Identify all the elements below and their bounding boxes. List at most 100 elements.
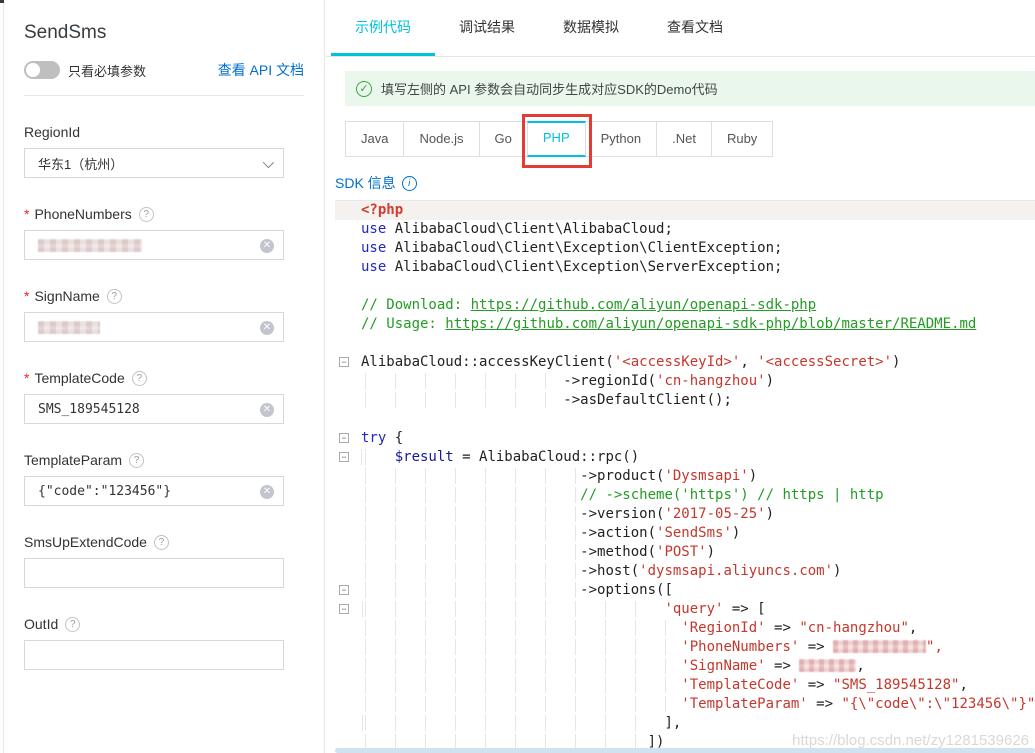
lang-tab-php[interactable]: PHP [527,121,586,157]
clear-input-button[interactable]: ✕ [260,485,274,499]
lang-tab-go[interactable]: Go [479,121,528,157]
code-token: ) [766,506,774,522]
code-text: ->host('dysmsapi.aliyuncs.com') [361,562,841,581]
code-token: <?php [361,202,403,218]
code-text: use AlibabaCloud\Client\Exception\Client… [361,239,782,258]
field-input[interactable]: {"code":"123456"}✕ [24,476,284,506]
lang-tab-ruby[interactable]: Ruby [711,121,773,157]
code-text [361,334,369,353]
gutter [335,486,361,505]
gutter [335,258,361,277]
required-only-toggle[interactable] [24,61,60,79]
code-token: "SMS_189545128" [833,677,959,693]
fold-marker-icon[interactable]: − [339,452,349,462]
code-token: 'query' [664,601,723,617]
code-line: <?php [335,201,1035,220]
code-token: , [959,677,967,693]
indent-guides [361,677,681,693]
gutter [335,201,361,220]
code-line: ->action('SendSms') [335,524,1035,543]
code-text: ->regionId('cn-hangzhou') [361,372,774,391]
required-asterisk: * [24,206,29,222]
tab-2[interactable]: 调试结果 [435,0,539,56]
fold-marker-icon[interactable]: − [339,604,349,614]
field-label: OutId [24,616,58,632]
code-token: '<accessSecret>' [757,354,892,370]
clear-input-button[interactable]: ✕ [260,239,274,253]
help-icon[interactable]: ? [154,535,169,550]
indent-guides [361,468,580,484]
help-icon[interactable]: ? [129,453,144,468]
masked-code-value [833,640,926,653]
tab-4[interactable]: 查看文档 [643,0,747,56]
gutter [335,638,361,657]
gutter [335,467,361,486]
code-token: AlibabaCloud\Client\Exception\ServerExce… [386,259,782,275]
fold-marker-icon[interactable]: − [339,433,349,443]
code-lines: <?phpuse AlibabaCloud\Client\AlibabaClou… [335,201,1035,752]
field-input[interactable] [24,640,284,670]
indent-guides [361,639,681,655]
api-params-panel: SendSms 只看必填参数 查看 API 文档 RegionId华东1（杭州）… [4,0,325,753]
code-text: ], [361,714,681,733]
horizontal-scrollbar[interactable] [335,748,1035,753]
code-text [361,277,369,296]
code-token: 'PhoneNumbers' [681,639,799,655]
field-value: SMS_189545128 [38,402,140,417]
code-line: // Usage: https://github.com/aliyun/open… [335,315,1035,334]
sdk-demo-panel: 示例代码调试结果数据模拟查看文档 ✓ 填写左侧的 API 参数会自动同步生成对应… [326,0,1035,753]
field-regionid: RegionId华东1（杭州） [24,124,304,178]
code-token: $result [395,449,454,465]
field-value: 华东1（杭州） [38,154,123,173]
field-label: PhoneNumbers [34,206,131,222]
tab-3[interactable]: 数据模拟 [539,0,643,56]
code-text: // Usage: https://github.com/aliyun/open… [361,315,976,334]
code-text: // ->scheme('https') // https | http [361,486,884,505]
clear-input-button[interactable]: ✕ [260,403,274,417]
indent-guides [361,658,681,674]
code-token: 'dysmsapi.aliyuncs.com' [639,563,833,579]
toggle-knob [26,63,40,77]
code-token: 'TemplateCode' [681,677,799,693]
field-input[interactable] [24,558,284,588]
view-api-doc-link[interactable]: 查看 API 文档 [218,60,304,80]
code-editor[interactable]: <?phpuse AlibabaCloud\Client\AlibabaClou… [335,200,1035,753]
indent-guides [361,544,580,560]
code-token: ) [732,525,740,541]
tab-1[interactable]: 示例代码 [331,0,435,56]
help-icon[interactable]: ? [65,617,80,632]
fold-marker-icon[interactable]: − [339,585,349,595]
field-input[interactable]: SMS_189545128 ✕ [24,394,284,424]
field-label: TemplateCode [34,370,124,386]
clear-input-button[interactable]: ✕ [260,321,274,335]
fold-marker-icon[interactable]: − [339,357,349,367]
field-label: TemplateParam [24,452,122,468]
masked-value [38,321,100,334]
lang-tab-nodejs[interactable]: Node.js [403,121,479,157]
code-line: ->asDefaultClient(); [335,391,1035,410]
help-icon[interactable]: ? [107,289,122,304]
region-select[interactable]: 华东1（杭州） [24,148,284,178]
gutter [335,619,361,638]
code-text: use AlibabaCloud\Client\Exception\Server… [361,258,782,277]
info-circle-icon[interactable]: i [402,176,417,191]
field-input[interactable]: ✕ [24,312,284,342]
code-token: ) [892,354,900,370]
code-line: −AlibabaCloud::accessKeyClient('<accessK… [335,353,1035,372]
banner-text: 填写左侧的 API 参数会自动同步生成对应SDK的Demo代码 [381,79,718,98]
code-token: ->host( [580,563,639,579]
field-outid: OutId? [24,616,304,670]
field-label-row: OutId? [24,616,304,632]
help-icon[interactable]: ? [132,371,147,386]
lang-tab-java[interactable]: Java [345,121,404,157]
code-token: ->method( [580,544,656,560]
help-icon[interactable]: ? [139,207,154,222]
gutter [335,334,361,353]
gutter [335,220,361,239]
field-input[interactable]: ✕ [24,230,284,260]
gutter [335,524,361,543]
code-text: 'PhoneNumbers' => ", [361,638,943,657]
lang-tab-python[interactable]: Python [585,121,657,157]
code-token: , [740,354,757,370]
lang-tab-net[interactable]: .Net [656,121,712,157]
